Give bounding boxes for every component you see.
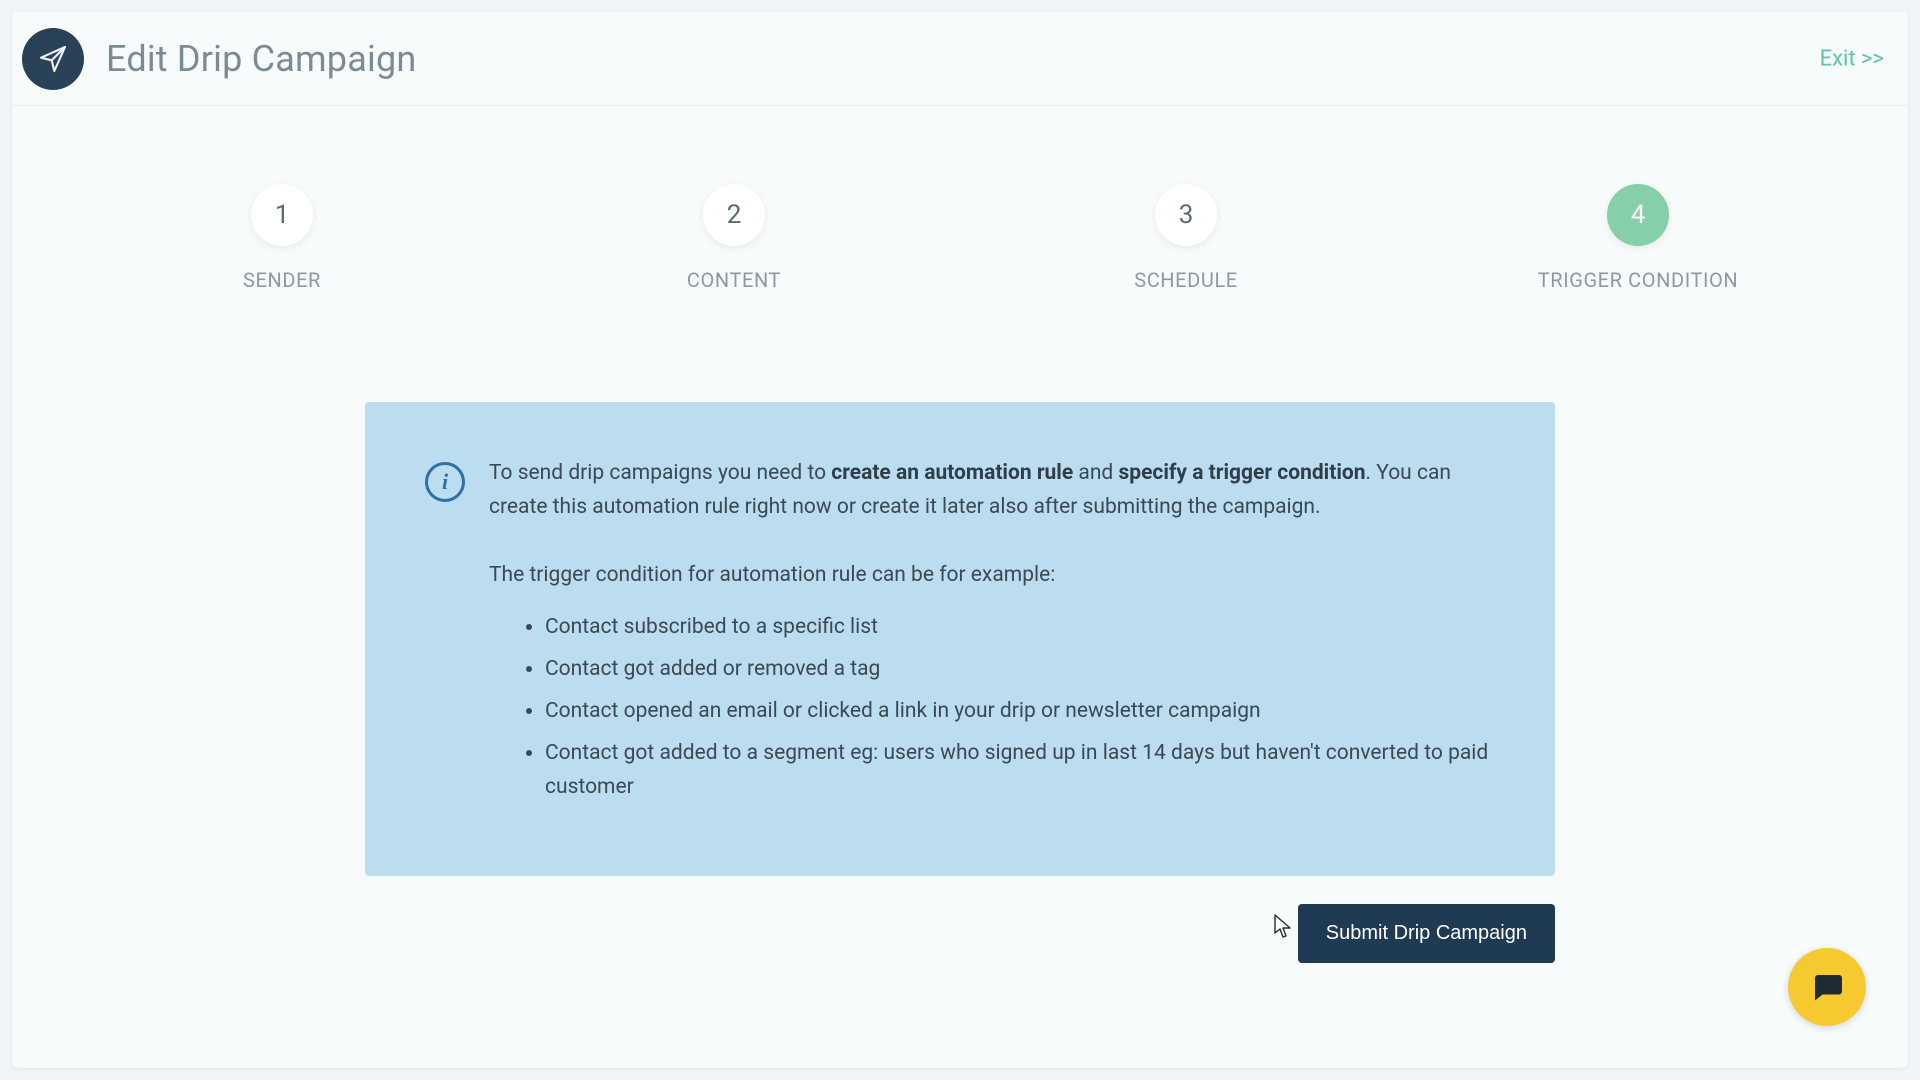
list-item: Contact subscribed to a specific list xyxy=(545,610,1495,644)
list-item: Contact opened an email or clicked a lin… xyxy=(545,694,1495,728)
step-schedule[interactable]: 3 SCHEDULE xyxy=(1076,184,1296,292)
step-number: 4 xyxy=(1607,184,1669,246)
chat-fab[interactable] xyxy=(1788,948,1866,1026)
info-paragraph-2: The trigger condition for automation rul… xyxy=(489,558,1495,592)
stepper: 1 SENDER 2 CONTENT 3 SCHEDULE 4 TRIGGER … xyxy=(12,106,1908,292)
list-item: Contact got added to a segment eg: users… xyxy=(545,736,1495,804)
actions-row: Submit Drip Campaign xyxy=(365,904,1555,963)
step-label: TRIGGER CONDITION xyxy=(1538,268,1739,292)
submit-drip-campaign-button[interactable]: Submit Drip Campaign xyxy=(1298,904,1555,963)
info-card: i To send drip campaigns you need to cre… xyxy=(365,402,1555,876)
chat-icon xyxy=(1809,969,1845,1005)
step-number: 1 xyxy=(251,184,313,246)
step-number: 3 xyxy=(1155,184,1217,246)
text-bold: create an automation rule xyxy=(831,461,1073,485)
text: and xyxy=(1073,461,1118,485)
step-number: 2 xyxy=(703,184,765,246)
header: Edit Drip Campaign Exit >> xyxy=(12,12,1908,106)
info-body: To send drip campaigns you need to creat… xyxy=(489,456,1495,804)
exit-link[interactable]: Exit >> xyxy=(1820,46,1884,71)
info-list: Contact subscribed to a specific list Co… xyxy=(489,610,1495,804)
page-title: Edit Drip Campaign xyxy=(106,38,416,80)
step-label: SENDER xyxy=(243,268,321,292)
text: To send drip campaigns you need to xyxy=(489,461,831,485)
info-paragraph-1: To send drip campaigns you need to creat… xyxy=(489,456,1495,524)
step-label: SCHEDULE xyxy=(1134,268,1238,292)
step-content[interactable]: 2 CONTENT xyxy=(624,184,844,292)
step-label: CONTENT xyxy=(687,268,781,292)
info-icon: i xyxy=(425,462,465,502)
page-card: Edit Drip Campaign Exit >> 1 SENDER 2 CO… xyxy=(12,12,1908,1068)
step-sender[interactable]: 1 SENDER xyxy=(172,184,392,292)
text-bold: specify a trigger condition xyxy=(1118,461,1365,485)
step-trigger-condition[interactable]: 4 TRIGGER CONDITION xyxy=(1528,184,1748,292)
list-item: Contact got added or removed a tag xyxy=(545,652,1495,686)
paper-plane-icon xyxy=(22,28,84,90)
